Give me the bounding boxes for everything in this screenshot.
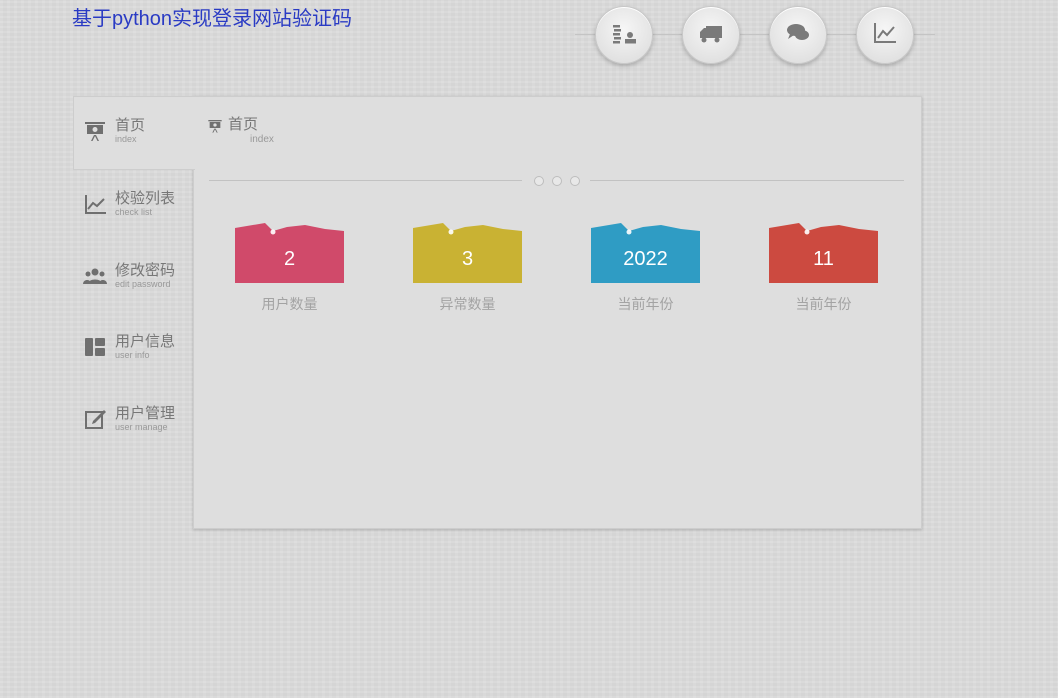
stat-value: 3 xyxy=(461,248,474,270)
divider-right xyxy=(590,180,904,181)
truck-button[interactable] xyxy=(682,6,740,64)
breadcrumb-label: 首页 xyxy=(228,116,259,133)
site-title: 基于python实现登录网站验证码 xyxy=(72,8,353,30)
presentation-board-icon xyxy=(81,117,109,145)
sidebar-item-user-manage[interactable]: 用户管理 user manage xyxy=(81,399,175,439)
breadcrumb: 首页 index xyxy=(207,116,274,147)
stat-label: 当前年份 xyxy=(795,296,852,312)
sidebar-item-sublabel: check list xyxy=(115,207,153,217)
sidebar-item-sublabel: edit password xyxy=(115,279,171,289)
money-button[interactable] xyxy=(595,6,653,64)
divider-dot xyxy=(552,176,562,186)
sidebar-item-label: 用户信息 xyxy=(115,333,176,350)
sidebar-item-index[interactable]: 首页 index xyxy=(81,111,145,151)
users-icon xyxy=(81,262,109,290)
stat-card-user-count: 2 用户数量 xyxy=(235,222,344,314)
divider-dots xyxy=(534,176,580,186)
stat-label: 异常数量 xyxy=(439,296,496,312)
stat-value: 2 xyxy=(283,248,296,270)
stat-label: 当前年份 xyxy=(617,296,674,312)
divider-dot xyxy=(570,176,580,186)
stat-card-current-year: 2022 当前年份 xyxy=(591,222,700,314)
sidebar-item-check-list[interactable]: 校验列表 check list xyxy=(81,184,175,224)
divider-dot xyxy=(534,176,544,186)
divider-left xyxy=(209,180,522,181)
stat-label: 用户数量 xyxy=(261,296,318,312)
stat-value: 2022 xyxy=(623,248,668,270)
money-icon xyxy=(611,20,637,51)
truck-icon xyxy=(698,20,724,51)
line-chart-button[interactable] xyxy=(856,6,914,64)
chat-icon xyxy=(785,20,811,51)
layout-icon xyxy=(81,333,109,361)
presentation-board-icon xyxy=(208,120,222,133)
top-nav xyxy=(575,2,935,66)
breadcrumb-sublabel: index xyxy=(250,134,274,145)
sidebar-item-label: 修改密码 xyxy=(115,262,176,279)
line-chart-icon xyxy=(872,20,898,51)
sidebar-item-edit-password[interactable]: 修改密码 edit password xyxy=(81,256,175,296)
sidebar-item-label: 首页 xyxy=(115,117,146,134)
line-chart-icon xyxy=(81,190,109,218)
edit-icon xyxy=(81,405,109,433)
sidebar-item-sublabel: user info xyxy=(115,350,150,360)
stat-value: 11 xyxy=(813,248,834,270)
sidebar-item-label: 用户管理 xyxy=(115,405,176,422)
stat-card-abnormal-count: 3 异常数量 xyxy=(413,222,522,314)
sidebar-item-user-info[interactable]: 用户信息 user info xyxy=(81,327,175,367)
sidebar-item-label: 校验列表 xyxy=(115,190,176,207)
stat-card-current-month: 11 当前年份 xyxy=(769,222,878,314)
sidebar-item-sublabel: index xyxy=(115,134,137,144)
chat-button[interactable] xyxy=(769,6,827,64)
sidebar-item-sublabel: user manage xyxy=(115,422,168,432)
